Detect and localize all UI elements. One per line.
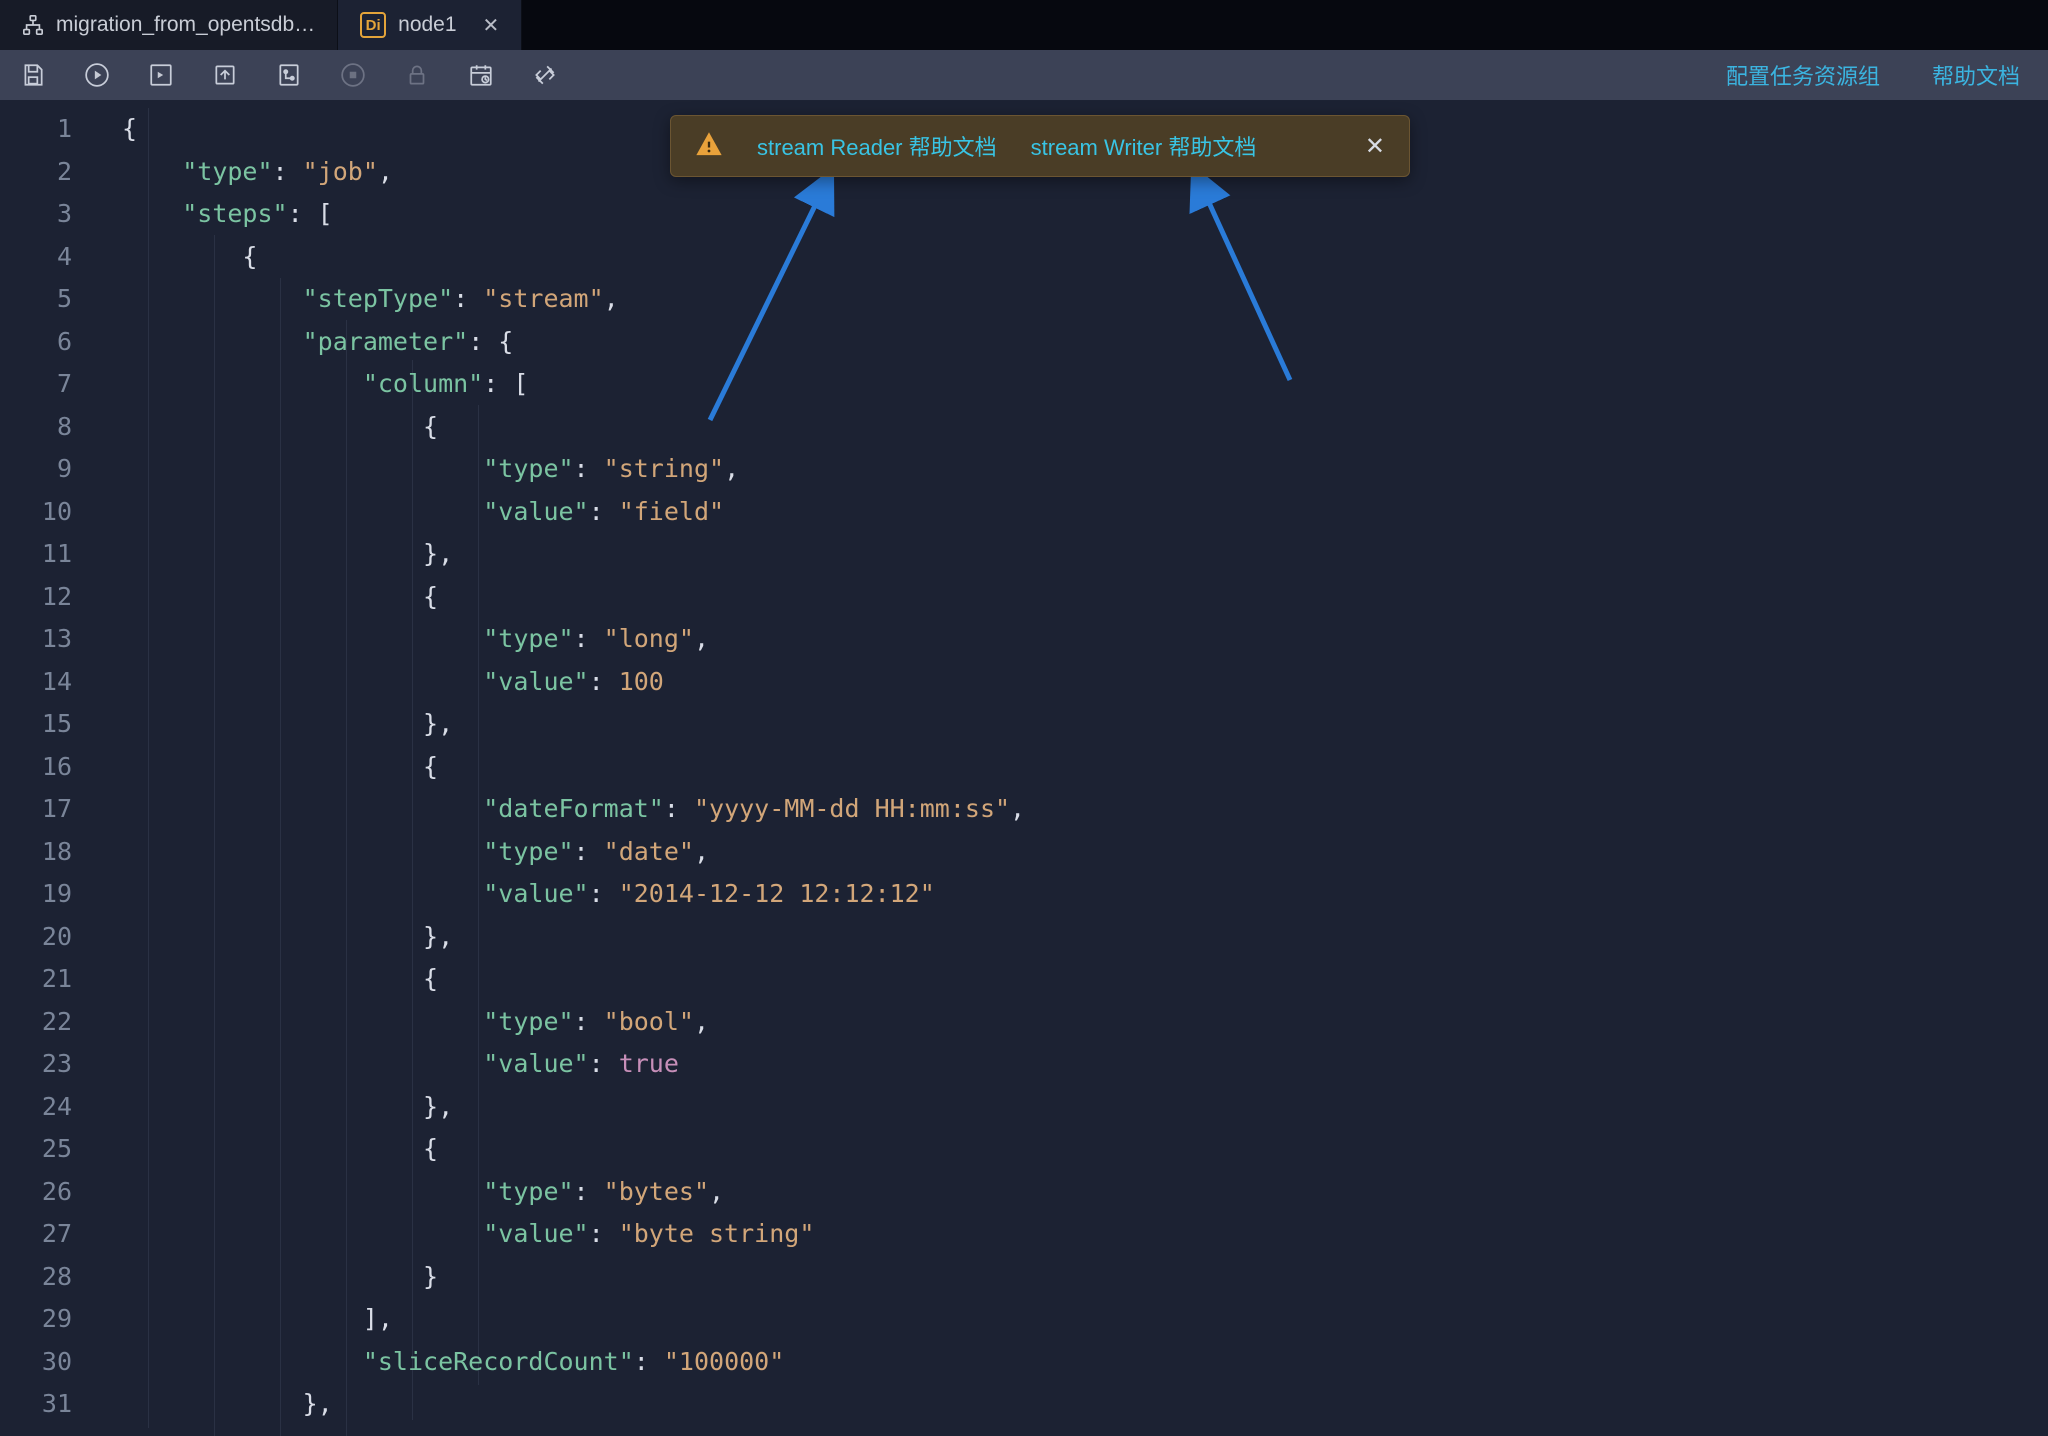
- resource-group-link[interactable]: 配置任务资源组: [1726, 59, 1880, 91]
- writer-help-link[interactable]: stream Writer 帮助文档: [1031, 130, 1257, 162]
- save-button[interactable]: [18, 60, 48, 90]
- line-gutter: 1234567891011121314151617181920212223242…: [0, 100, 100, 1436]
- diff-button[interactable]: [274, 60, 304, 90]
- lock-button: [402, 60, 432, 90]
- warning-icon: [695, 130, 723, 163]
- tab-label: node1: [398, 13, 456, 37]
- code-editor[interactable]: 1234567891011121314151617181920212223242…: [0, 100, 2048, 1436]
- help-doc-link[interactable]: 帮助文档: [1932, 59, 2020, 91]
- tab-node1[interactable]: Di node1 ✕: [338, 0, 522, 50]
- tools-button[interactable]: [530, 60, 560, 90]
- top-links: 配置任务资源组 帮助文档: [1726, 50, 2020, 100]
- help-notification-banner: stream Reader 帮助文档 stream Writer 帮助文档 ✕: [670, 115, 1410, 177]
- submit-button[interactable]: [210, 60, 240, 90]
- flow-tree-icon: [22, 14, 44, 36]
- close-tab-icon[interactable]: ✕: [483, 13, 500, 38]
- close-notification-icon[interactable]: ✕: [1365, 132, 1385, 161]
- run-panel-button[interactable]: [146, 60, 176, 90]
- tab-label: migration_from_opentsdb…: [56, 13, 315, 37]
- tab-bar: migration_from_opentsdb… Di node1 ✕: [0, 0, 2048, 50]
- run-button[interactable]: [82, 60, 112, 90]
- di-icon: Di: [360, 12, 386, 38]
- tab-migration[interactable]: migration_from_opentsdb…: [0, 0, 338, 50]
- stop-button: [338, 60, 368, 90]
- schedule-button[interactable]: [466, 60, 496, 90]
- reader-help-link[interactable]: stream Reader 帮助文档: [757, 130, 997, 162]
- code-area[interactable]: { "type": "job", "steps": [ { "stepType"…: [100, 100, 2048, 1436]
- toolbar: 配置任务资源组 帮助文档: [0, 50, 2048, 100]
